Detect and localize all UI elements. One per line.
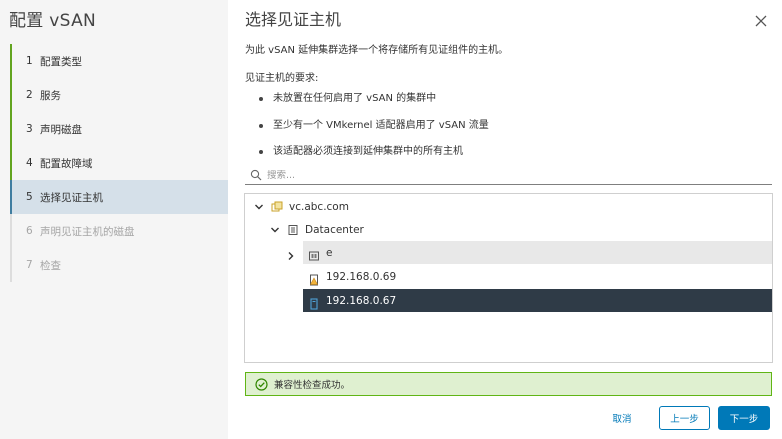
requirement-item: 至少有一个 VMkernel 适配器启用了 vSAN 流量 [259, 117, 489, 144]
cancel-button[interactable]: 取消 [601, 406, 643, 430]
tree-node-cluster[interactable]: e [303, 241, 772, 264]
tree-node-vcenter[interactable]: vc.abc.com [253, 195, 349, 218]
tree-node-label: 192.168.0.69 [326, 270, 397, 283]
step-status-bar [10, 214, 12, 248]
requirements-heading: 见证主机的要求: [245, 73, 319, 84]
vcenter-icon [271, 201, 283, 213]
step-label: 声明磁盘 [40, 123, 82, 136]
tree-node-datacenter[interactable]: Datacenter [269, 218, 364, 241]
step-label: 配置类型 [40, 55, 82, 68]
wizard-content: 选择见证主机 为此 vSAN 延伸集群选择一个将存储所有见证组件的主机。 见证主… [228, 0, 782, 439]
tree-node-label: vc.abc.com [289, 200, 349, 213]
datacenter-icon [287, 224, 299, 236]
step-number: 6 [26, 225, 33, 237]
step-status-bar [10, 146, 12, 180]
step-label: 配置故障域 [40, 157, 93, 170]
step-status-bar [10, 44, 12, 78]
step-number: 1 [26, 55, 33, 67]
next-button[interactable]: 下一步 [718, 406, 770, 430]
step-label: 服务 [40, 89, 61, 102]
alert-text: 兼容性检查成功。 [274, 380, 351, 391]
search-icon [250, 169, 262, 181]
step-claim-disks[interactable]: 3 声明磁盘 [10, 112, 228, 146]
page-description: 为此 vSAN 延伸集群选择一个将存储所有见证组件的主机。 [245, 45, 509, 56]
step-number: 4 [26, 157, 33, 169]
host-warning-icon [308, 271, 320, 285]
search-input[interactable] [267, 169, 747, 181]
host-tree: vc.abc.com Datacenter e 192.168.0.69 192… [244, 193, 773, 363]
check-circle-icon [255, 377, 268, 391]
step-fault-domains[interactable]: 4 配置故障域 [10, 146, 228, 180]
step-label: 检查 [40, 259, 61, 272]
step-number: 7 [26, 259, 33, 271]
step-services[interactable]: 2 服务 [10, 78, 228, 112]
step-review: 7 检查 [10, 248, 228, 282]
page-title: 选择见证主机 [245, 10, 342, 29]
step-number: 5 [26, 191, 33, 203]
wizard-sidebar: 配置 vSAN 1 配置类型 2 服务 3 声明磁盘 4 配置故障域 5 选择见… [0, 0, 228, 439]
step-select-witness-host[interactable]: 5 选择见证主机 [10, 180, 228, 214]
step-number: 2 [26, 89, 33, 101]
step-status-bar [10, 112, 12, 146]
step-status-bar [10, 248, 12, 282]
tree-node-label: 192.168.0.67 [326, 294, 397, 307]
tree-node-host[interactable]: 192.168.0.69 [303, 265, 772, 288]
step-status-bar [10, 180, 12, 214]
chevron-right-icon[interactable] [285, 247, 297, 260]
step-number: 3 [26, 123, 33, 135]
host-icon [308, 295, 320, 310]
step-label: 声明见证主机的磁盘 [40, 225, 135, 238]
requirements-list: 未放置在任何启用了 vSAN 的集群中 至少有一个 VMkernel 适配器启用… [259, 90, 489, 170]
tree-node-label: Datacenter [305, 223, 364, 236]
requirement-item: 未放置在任何启用了 vSAN 的集群中 [259, 90, 489, 117]
tree-node-label: e [326, 246, 333, 259]
step-configure-type[interactable]: 1 配置类型 [10, 44, 228, 78]
step-claim-witness-disks: 6 声明见证主机的磁盘 [10, 214, 228, 248]
chevron-down-icon[interactable] [253, 201, 265, 213]
step-label: 选择见证主机 [40, 191, 103, 204]
back-button[interactable]: 上一步 [659, 406, 710, 430]
wizard-steps: 1 配置类型 2 服务 3 声明磁盘 4 配置故障域 5 选择见证主机 6 声明… [10, 44, 228, 282]
close-icon[interactable] [752, 12, 770, 30]
search-bar [245, 166, 772, 185]
compatibility-alert: 兼容性检查成功。 [245, 372, 772, 396]
wizard-title: 配置 vSAN [9, 11, 97, 31]
chevron-down-icon[interactable] [269, 224, 281, 236]
tree-node-host-selected[interactable]: 192.168.0.67 [303, 289, 772, 312]
cluster-icon [308, 247, 320, 260]
step-status-bar [10, 78, 12, 112]
